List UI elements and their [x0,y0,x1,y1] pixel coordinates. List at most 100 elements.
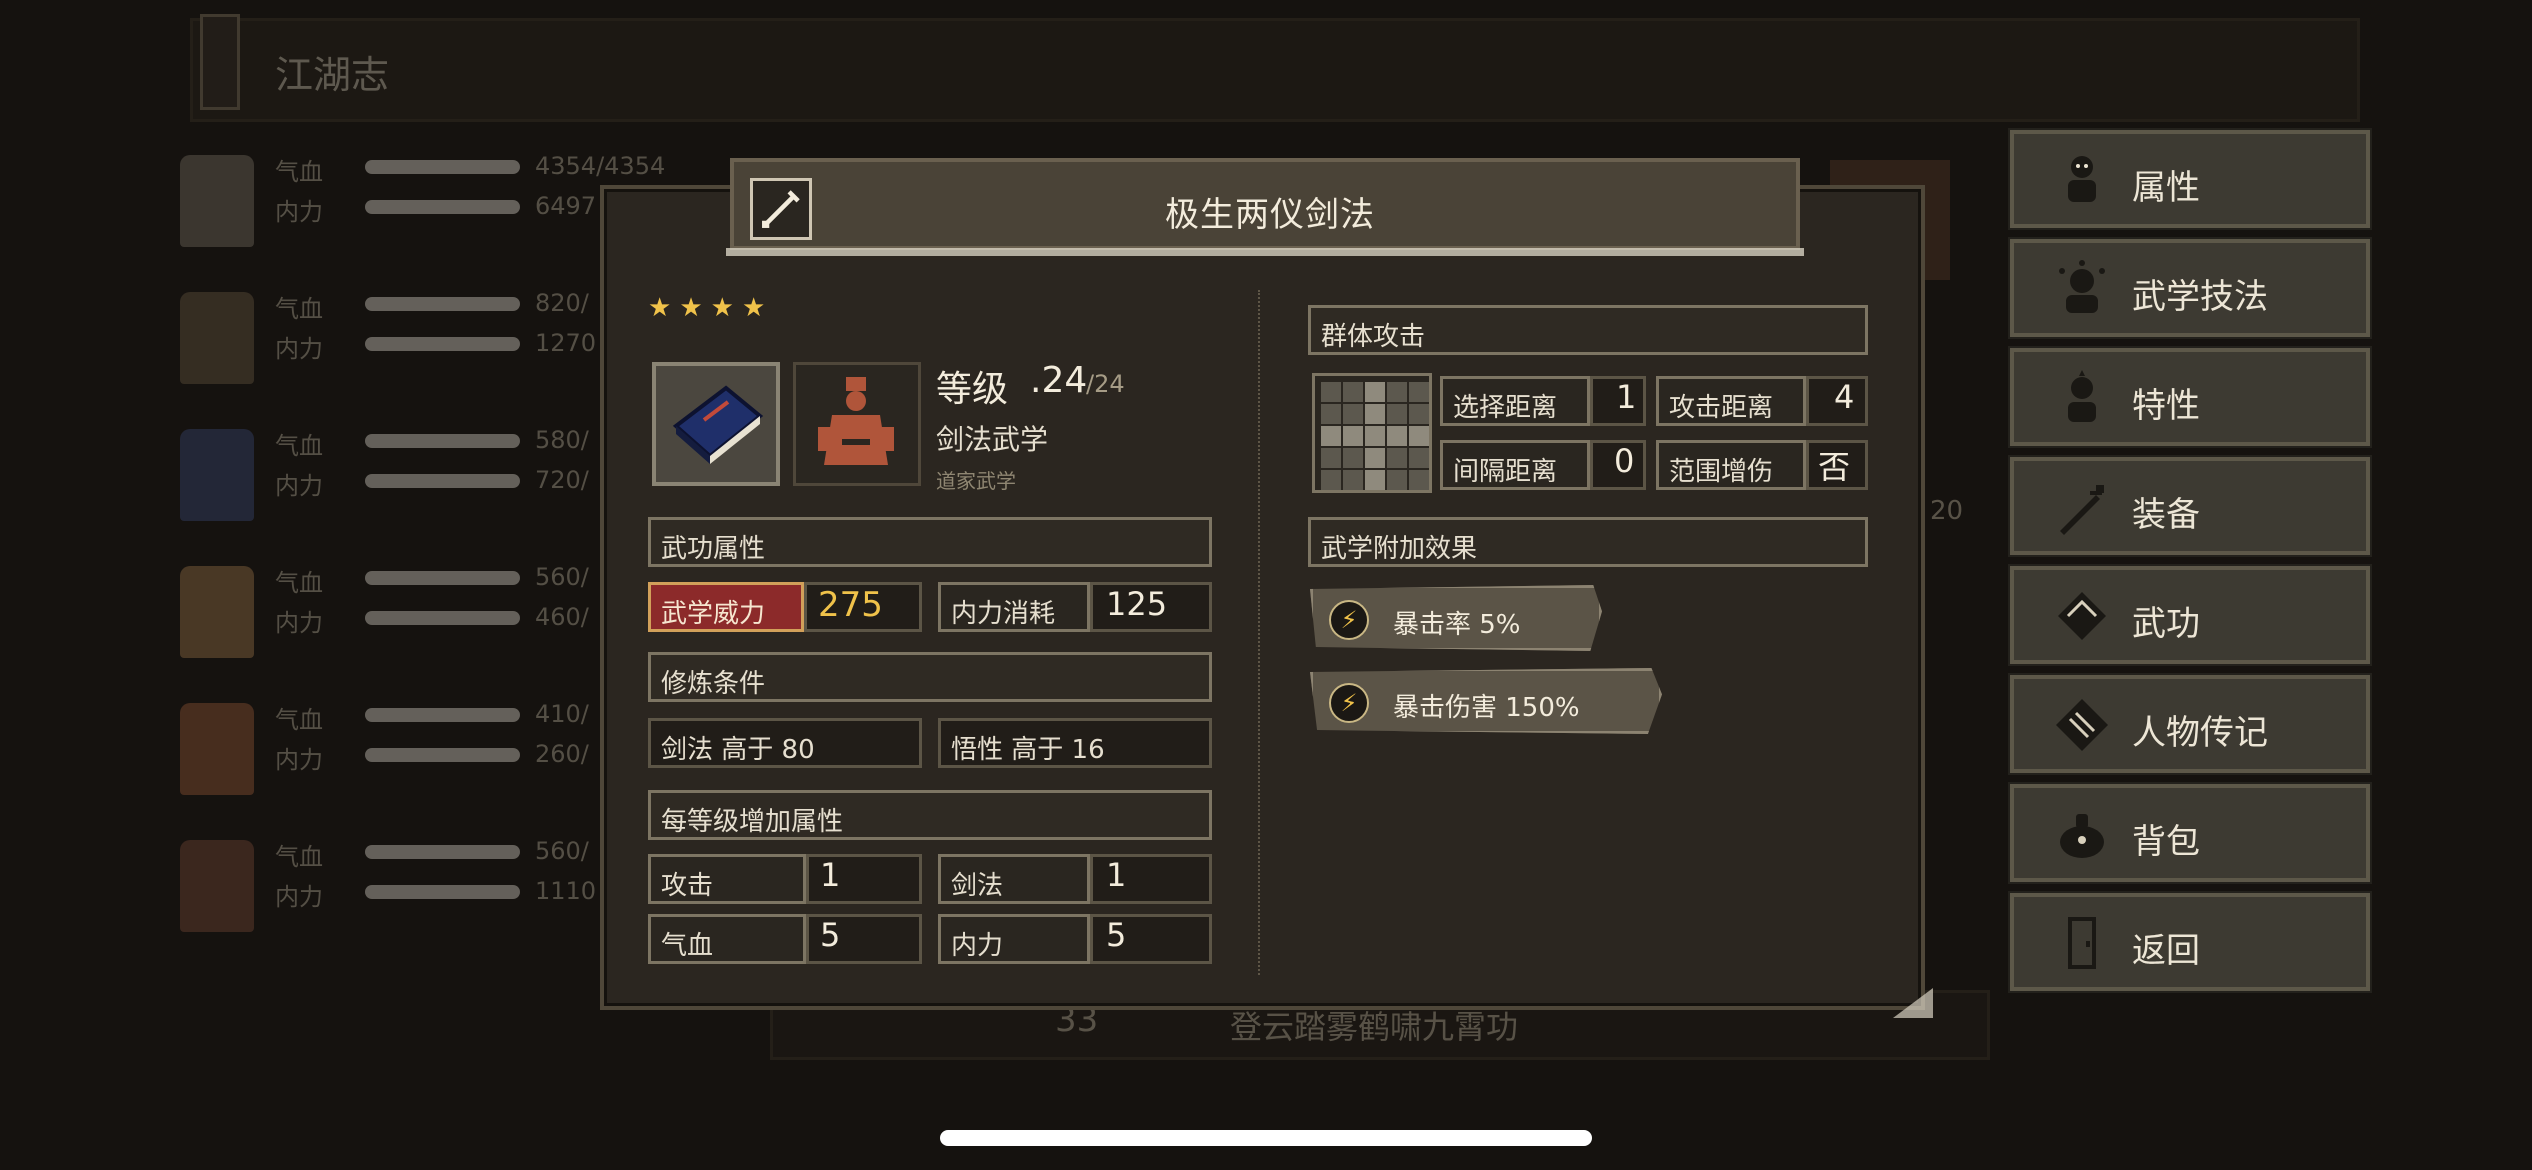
menu-item-attributes[interactable]: 属性 [2008,128,2372,230]
mp-bar [365,337,520,351]
mp-value: 1110 [535,877,597,905]
column-divider [1258,290,1260,975]
star-icon: ★ [710,293,734,323]
hp-label: 气血 [275,432,323,460]
menu-item-return[interactable]: 返回 [2008,891,2372,993]
hp-bar [365,434,520,448]
mp-value: 6497 [535,192,597,220]
hp-label: 气血 [275,843,323,871]
skill-title: 极生两仪剑法 [1165,195,1375,235]
backpack-icon [2060,814,2104,858]
mp-bar [365,748,520,762]
star-icon: ★ [741,293,766,323]
effect-text: 暴击率 5% [1393,610,1521,640]
growth-value: 1 [1106,856,1127,894]
interval-value: 0 [1614,442,1635,480]
mp-bar [365,474,520,488]
attack-range-value: 4 [1834,378,1855,416]
kungfu-book-icon [2058,592,2106,640]
martial-tech-icon [2059,260,2105,313]
mp-bar [365,200,520,214]
top-title: 江湖志 [275,53,390,97]
hp-value: 4354/4354 [535,152,666,180]
hp-bar [365,845,520,859]
power-value: 275 [818,585,883,625]
section-area-attack: 群体攻击 [1308,305,1868,355]
scroll-icon [200,14,240,110]
mp-value: 1270 [535,329,597,357]
level-value: .24 [1030,360,1088,401]
home-indicator[interactable] [940,1130,1592,1146]
menu-item-traits[interactable]: 特性 [2008,346,2372,448]
area-bonus-value: 否 [1818,448,1851,486]
hp-value: 560/ [535,837,589,865]
section-requirements: 修炼条件 [648,652,1212,702]
effect-text: 暴击伤害 150% [1393,693,1580,723]
side-number: 20 [1930,496,1964,526]
select-range-label: 选择距离 [1440,376,1590,426]
level-label: 等级 [936,369,1009,410]
skill-type: 剑法武学 [936,423,1049,456]
mp-label: 内力 [275,335,323,363]
hp-bar [365,571,520,585]
menu-item-label: 特性 [2132,386,2200,426]
menu-item-label: 返回 [2132,931,2200,971]
mp-cost-label: 内力消耗 [938,582,1090,632]
character-portrait-icon [180,155,254,247]
interval-label: 间隔距离 [1440,440,1590,490]
area-bonus-label: 范围增伤 [1656,440,1806,490]
mp-label: 内力 [275,198,323,226]
blue-book-icon [672,385,764,464]
equipment-icon [2060,485,2104,535]
star-icon: ★ [648,293,672,323]
attribute-icon [2068,156,2096,202]
trait-icon [2068,370,2096,422]
growth-value: 5 [820,916,841,954]
mp-label: 内力 [275,883,323,911]
power-label: 武学威力 [648,582,804,632]
character-portrait-icon [180,840,254,932]
sword-icon [750,178,812,240]
menu-item-label: 装备 [2132,495,2200,535]
hp-bar [365,297,520,311]
select-range-value: 1 [1616,378,1637,416]
mp-value: 720/ [535,466,589,494]
growth-label: 攻击 [648,854,806,904]
skill-rarity-stars: ★ ★ ★ ★ [648,295,765,321]
attack-range-label: 攻击距离 [1656,376,1806,426]
hp-value: 560/ [535,563,589,591]
menu-item-label: 武学技法 [2132,277,2268,317]
hp-label: 气血 [275,158,323,186]
menu-item-equipment[interactable]: 装备 [2008,455,2372,557]
hp-label: 气血 [275,706,323,734]
menu-item-backpack[interactable]: 背包 [2008,782,2372,884]
mp-cost-value: 125 [1106,585,1168,623]
hp-bar [365,160,520,174]
hp-value: 580/ [535,426,589,454]
section-attributes: 武功属性 [648,517,1212,567]
menu-item-kungfu[interactable]: 武功 [2008,564,2372,666]
effect-crit-damage[interactable]: ⚡ 暴击伤害 150% [1310,668,1662,734]
growth-label: 气血 [648,914,806,964]
star-icon: ★ [679,293,703,323]
section-growth: 每等级增加属性 [648,790,1212,840]
lightning-icon: ⚡ [1329,683,1369,723]
character-portrait-icon [180,292,254,384]
skill-book-slot[interactable] [652,362,780,486]
taoist-figure-icon [818,377,894,465]
hp-bar [365,708,520,722]
menu-item-biography[interactable]: 人物传记 [2008,673,2372,775]
mp-label: 内力 [275,472,323,500]
menu-item-label: 武功 [2132,604,2200,644]
effect-crit-rate[interactable]: ⚡ 暴击率 5% [1310,585,1602,651]
lightning-icon: ⚡ [1329,600,1369,640]
level-max: /24 [1086,370,1125,398]
skill-school: 道家武学 [936,469,1016,493]
character-portrait-icon [180,429,254,521]
menu-item-martial-tech[interactable]: 武学技法 [2008,237,2372,339]
mp-label: 内力 [275,609,323,637]
mp-label: 内力 [275,746,323,774]
section-effects: 武学附加效果 [1308,517,1868,567]
return-door-icon [2068,917,2096,969]
mp-bar [365,611,520,625]
